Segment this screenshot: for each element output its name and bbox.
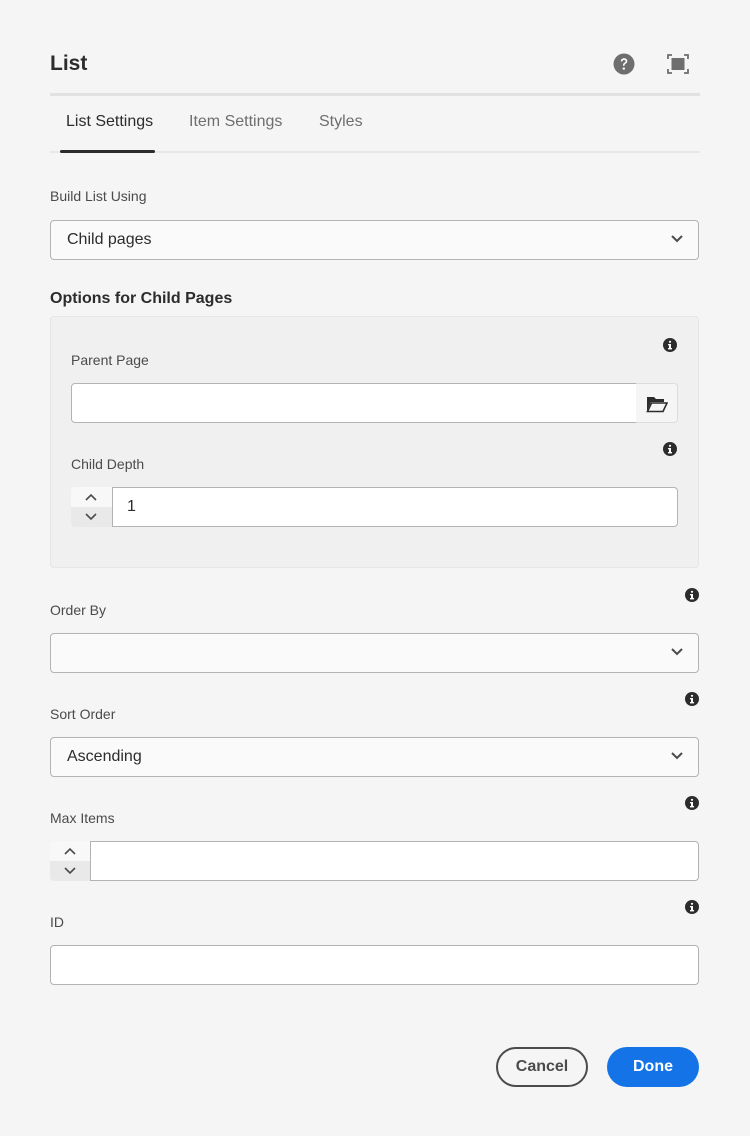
info-icon[interactable] [685,796,699,810]
parent-page-label: Parent Page [71,352,149,368]
max-items-input[interactable] [90,841,699,881]
options-section-title: Options for Child Pages [50,290,233,307]
tab-list-settings[interactable]: List Settings [59,113,156,153]
chevron-up-icon [85,493,97,501]
chevron-down-icon [671,235,683,243]
info-icon[interactable] [685,588,699,602]
chevron-down-icon [671,648,683,656]
folder-open-icon [646,397,668,413]
cancel-button[interactable]: Cancel [496,1047,588,1087]
child-depth-input[interactable]: 1 [112,487,678,527]
info-icon[interactable] [685,900,699,914]
chevron-down-icon [64,867,76,875]
order-by-label: Order By [50,602,107,618]
tab-styles[interactable]: Styles [319,113,363,153]
max-items-stepper [50,841,91,881]
chevron-down-icon [671,752,683,760]
child-depth-label: Child Depth [71,456,145,472]
increment-button[interactable] [71,487,112,507]
tab-list: List Settings Item Settings Styles [50,96,700,153]
done-button[interactable]: Done [607,1047,699,1087]
id-label: ID [50,914,64,930]
build-list-using-value: Child pages [67,231,152,248]
fullscreen-icon[interactable] [667,54,689,74]
chevron-down-icon [85,513,97,521]
info-icon[interactable] [663,338,677,352]
chevron-up-icon [64,847,76,855]
tab-item-settings[interactable]: Item Settings [189,113,282,153]
build-list-using-label: Build List Using [50,188,147,204]
max-items-label: Max Items [50,810,115,826]
sort-order-label: Sort Order [50,706,116,722]
decrement-button[interactable] [50,861,91,881]
decrement-button[interactable] [71,507,112,527]
order-by-select[interactable] [50,633,699,673]
child-depth-value: 1 [127,498,136,515]
sort-order-value: Ascending [67,748,142,765]
info-icon[interactable] [685,692,699,706]
browse-parent-page-button[interactable] [636,383,678,423]
dialog-title: List [50,52,88,75]
build-list-using-select[interactable]: Child pages [50,220,699,260]
info-icon[interactable] [663,442,677,456]
parent-page-input[interactable] [71,383,637,423]
child-depth-stepper [71,487,112,527]
id-input[interactable] [50,945,699,985]
sort-order-select[interactable]: Ascending [50,737,699,777]
dialog-header: List [50,50,700,96]
help-circle-icon[interactable] [613,53,635,75]
increment-button[interactable] [50,841,91,861]
